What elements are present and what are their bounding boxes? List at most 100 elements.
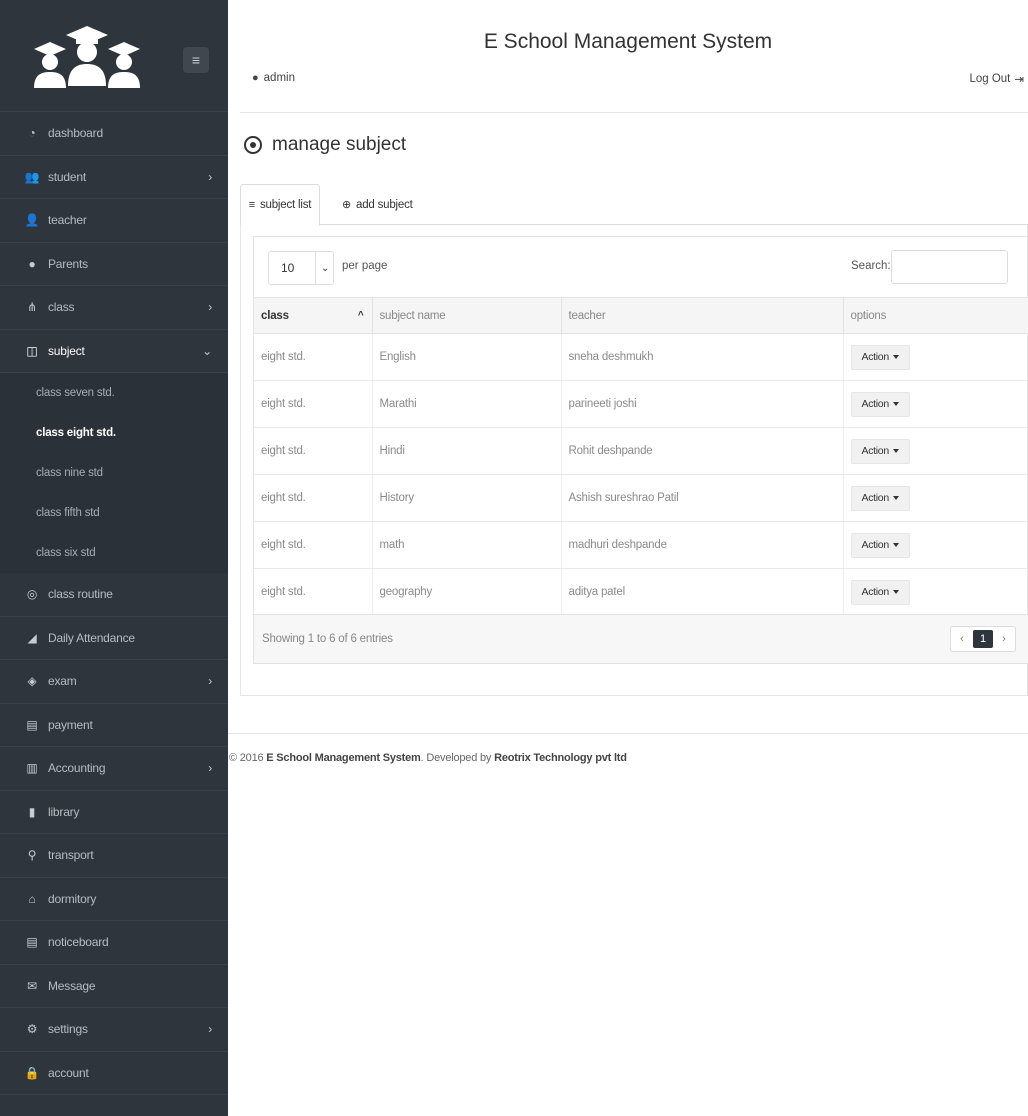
page-length-select[interactable]: 10 ⌄ (268, 251, 334, 285)
column-header-options: options (842, 297, 1028, 334)
table-info: Showing 1 to 6 of 6 entries (262, 633, 393, 645)
pagination-next-button[interactable]: › (993, 627, 1015, 651)
home-icon: ⌂ (28, 891, 36, 906)
sidebar-item-student[interactable]: 👥 student › (0, 156, 228, 199)
table-row: eight std. English sneha deshmukh Action (254, 333, 1028, 381)
sidebar-item-parents[interactable]: ● Parents (0, 243, 228, 286)
sidebar-item-daily-attendance[interactable]: ◢ Daily Attendance (0, 617, 228, 660)
cell-class: eight std. (254, 427, 372, 475)
sidebar-item-exam[interactable]: ◈ exam › (0, 660, 228, 704)
chevron-down-icon: ⌄ (321, 262, 330, 274)
sidebar-item-settings[interactable]: ⚙ settings › (0, 1008, 228, 1052)
sidebar-item-label: exam (48, 674, 77, 689)
menu-toggle-button[interactable]: ≡ (183, 47, 209, 73)
sidebar-item-transport[interactable]: ⚲ transport (0, 834, 228, 878)
sidebar-item-label: student (48, 169, 86, 184)
sidebar-item-account[interactable]: 🔒 account (0, 1052, 228, 1095)
sidebar-item-label: Parents (48, 256, 88, 271)
cell-subject: History (371, 474, 561, 522)
lock-icon: 🔒 (24, 1065, 40, 1080)
cell-teacher: parineeti joshi (560, 380, 843, 428)
caret-down-icon (892, 402, 899, 406)
location-icon: ⚲ (27, 848, 37, 863)
sidebar-item-label: subject (48, 343, 85, 358)
sidebar-item-label: teacher (48, 213, 87, 228)
footer-developed-by: . Developed by (420, 752, 495, 764)
cell-subject: geography (371, 568, 561, 616)
sidebar-subitem-class-fifth[interactable]: class fifth std (0, 493, 228, 533)
chevron-down-icon: ⌄ (202, 343, 212, 358)
column-header-class[interactable]: class ^ (254, 297, 372, 334)
brand-area: ≡ (0, 0, 228, 112)
cell-teacher: Rohit deshpande (560, 427, 843, 475)
sidebar-subitem-class-six[interactable]: class six std (0, 533, 228, 573)
settings-icon: ⚙ (26, 1022, 38, 1037)
chevron-right-icon: › (208, 761, 212, 776)
chevron-right-icon: › (208, 674, 212, 689)
cell-options: Action (842, 568, 1028, 616)
search-input[interactable] (891, 250, 1008, 284)
user-info[interactable]: ● admin (252, 72, 295, 84)
cell-options: Action (842, 521, 1028, 569)
action-dropdown-button[interactable]: Action (850, 391, 910, 417)
caret-down-icon (892, 449, 899, 453)
cell-teacher: madhuri deshpande (560, 521, 843, 569)
per-page-label: per page (342, 260, 388, 272)
sidebar-item-label: transport (48, 848, 94, 863)
sidebar-item-library[interactable]: ▮ library (0, 791, 228, 834)
cell-teacher: Ashish sureshrao Patil (560, 474, 843, 522)
notice-icon: ▤ (26, 935, 38, 950)
sidebar-item-label: payment (48, 717, 93, 732)
pagination-prev-button[interactable]: ‹ (951, 627, 973, 651)
action-dropdown-button[interactable]: Action (850, 485, 910, 511)
logout-icon: ⇥ (1014, 74, 1024, 86)
action-dropdown-button[interactable]: Action (850, 579, 910, 605)
cell-class: eight std. (254, 380, 372, 428)
sidebar-item-message[interactable]: ✉ Message (0, 965, 228, 1008)
sidebar-item-teacher[interactable]: 👤 teacher (0, 199, 228, 243)
sidebar-subitem-class-seven[interactable]: class seven std. (0, 373, 228, 413)
logout-link[interactable]: Log Out ⇥ (969, 72, 1024, 86)
sidebar-subitem-class-eight[interactable]: class eight std. (0, 413, 228, 453)
sidebar-item-payment[interactable]: ▤ payment (0, 704, 228, 747)
envelope-icon: ✉ (27, 978, 37, 993)
sidebar-item-label: Message (48, 978, 96, 993)
column-header-subject-name[interactable]: subject name (371, 297, 561, 334)
footer-divider (228, 733, 1028, 734)
cell-subject: Hindi (371, 427, 561, 475)
action-dropdown-button[interactable]: Action (850, 344, 910, 370)
header-divider (240, 112, 1028, 113)
sidebar-item-noticeboard[interactable]: ▤ noticeboard (0, 921, 228, 965)
chevron-right-icon: › (208, 1022, 212, 1037)
sidebar-subitem-class-nine[interactable]: class nine std (0, 453, 228, 493)
circle-arrow-icon (244, 136, 262, 154)
book-icon: ▮ (28, 804, 36, 819)
sidebar-item-label: noticeboard (48, 935, 109, 950)
action-dropdown-button[interactable]: Action (850, 532, 910, 558)
table-header-row: class ^ subject name teacher options (254, 297, 1028, 334)
dashboard-icon: ◔ (28, 126, 36, 141)
table-row: eight std. Hindi Rohit deshpande Action (254, 427, 1028, 475)
footer-brand: E School Management System (266, 752, 421, 764)
sidebar-item-dormitory[interactable]: ⌂ dormitory (0, 878, 228, 921)
footer-company-link[interactable]: Reotrix Technology pvt ltd (494, 752, 627, 764)
user-icon: ● (252, 72, 259, 84)
cell-class: eight std. (254, 333, 372, 381)
users-icon: 👥 (24, 169, 40, 184)
subject-table: class ^ subject name teacher options eig… (254, 297, 1028, 616)
graduation-icon: ◈ (27, 674, 37, 689)
action-dropdown-button[interactable]: Action (850, 438, 910, 464)
sidebar-item-dashboard[interactable]: ◔ dashboard (0, 112, 228, 156)
search-label: Search: (851, 260, 891, 272)
tab-add-subject[interactable]: ⊕ add subject (342, 184, 413, 225)
cell-teacher: sneha deshmukh (560, 333, 843, 381)
username: admin (263, 72, 295, 84)
cell-teacher: aditya patel (560, 568, 843, 616)
tab-subject-list[interactable]: ≡ subject list (240, 184, 320, 226)
sidebar-item-subject[interactable]: ◫ subject ⌄ (0, 330, 228, 373)
pagination-page-1[interactable]: 1 (973, 630, 993, 648)
sidebar-item-class[interactable]: ⋔ class › (0, 286, 228, 330)
column-header-teacher[interactable]: teacher (560, 297, 843, 334)
sidebar-item-accounting[interactable]: ▥ Accounting › (0, 747, 228, 791)
sidebar-item-class-routine[interactable]: ◎ class routine (0, 573, 228, 617)
